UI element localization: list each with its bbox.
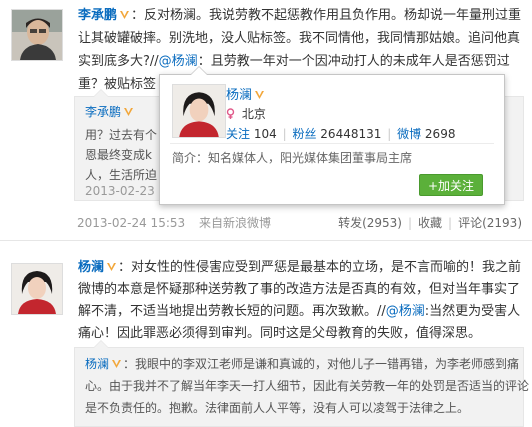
mention-link[interactable]: @杨澜 xyxy=(386,304,425,319)
post-time[interactable]: 2013-02-24 15:53 xyxy=(77,216,185,230)
weibo-count-label[interactable]: 微博 xyxy=(397,127,421,141)
card-name[interactable]: 杨澜 xyxy=(226,88,252,103)
verified-v-icon xyxy=(120,11,130,19)
card-name-row: 杨澜 xyxy=(226,84,266,103)
repost-line-1-text: ：我眼中的李双江老师是谦和真诚的，对他儿子一错再错，为李老师感到痛 xyxy=(123,357,520,371)
repost-arrow xyxy=(93,89,109,97)
verified-v-icon xyxy=(112,360,122,368)
card-stats: 关注 104 | 粉丝 26448131 | 微博 2698 xyxy=(226,125,455,142)
post-meta: 2013-02-24 15:53 来自新浪微博 xyxy=(77,214,271,231)
card-bio: 简介：知名媒体人，阳光媒体集团董事局主席 xyxy=(172,151,413,165)
author-avatar[interactable] xyxy=(11,263,63,315)
repost-text: 用？过去有个 恩最终变成k 人，生活所迫 xyxy=(85,125,157,185)
action-separator: | xyxy=(407,216,413,230)
fans-count-label[interactable]: 粉丝 xyxy=(292,127,316,141)
post-line-1-text: ：对女性的性侵害应受到严惩是最基本的立场，是不言而喻的！我之前 xyxy=(118,260,522,275)
comment-action[interactable]: 评论(2193) xyxy=(458,216,522,230)
repost-author-name[interactable]: 李承鹏 xyxy=(85,105,121,119)
post-line-1: 杨澜 ：对女性的性侵害应受到严惩是最基本的立场，是不言而喻的！我之前 xyxy=(78,257,528,279)
post-line-3: 解不清，不适当地提出劳教长短的问题。再次致歉。//@杨澜:当然更为受害人 xyxy=(78,301,528,323)
card-divider xyxy=(170,143,494,144)
verified-v-icon xyxy=(107,263,117,271)
post-line-4: 痛心！因此罪恶必须得到审判。同时这是父母教育的失败，值得深思。 xyxy=(78,326,482,341)
post-line-1: 李承鹏 ：反对杨澜。我说劳教不起惩教作用且负作用。杨却说一年量刑过重 xyxy=(78,4,528,27)
post-line-2: 让其破罐破摔。别洗地，没人贴标签。我不同情他，我同情那姑娘。追问他真 xyxy=(78,31,521,46)
post-line-3: 实到底多大?//@杨澜：且劳教一年对一个因冲动打人的未成年人是否惩罚过 xyxy=(78,50,528,73)
post-actions: 转发(2953) | 收藏 | 评论(2193) xyxy=(338,214,522,231)
post-line-1-text: ：反对杨澜。我说劳教不起惩教作用且负作用。杨却说一年量刑过重 xyxy=(131,8,522,23)
card-location: 北京 xyxy=(241,107,266,121)
repost-action[interactable]: 转发(2953) xyxy=(338,216,402,230)
verified-v-icon xyxy=(124,108,134,116)
follow-count-label[interactable]: 关注 xyxy=(226,127,250,141)
stat-separator: | xyxy=(282,127,287,141)
repost-line-3: 人，生活所迫 xyxy=(85,168,158,182)
weibo-post-yang-lan: 杨澜 ：对女性的性侵害应受到严惩是最基本的立场，是不言而喻的！我之前 微博的本意是… xyxy=(0,241,532,427)
repost-text: 杨澜 ：我眼中的李双江老师是谦和真诚的，对他儿子一错再错，为李老师感到痛 心。由于… xyxy=(85,353,529,419)
repost-time[interactable]: 2013-02-23 xyxy=(85,184,155,198)
author-name[interactable]: 杨澜 xyxy=(78,260,104,275)
repost-line-2: 恩最终变成k xyxy=(85,148,152,162)
verified-v-icon xyxy=(255,91,265,99)
fans-count[interactable]: 26448131 xyxy=(320,127,381,141)
repost-line-1: 用？过去有个 xyxy=(85,128,158,142)
post-source[interactable]: 来自新浪微博 xyxy=(199,216,271,230)
repost-box: 杨澜 ：我眼中的李双江老师是谦和真诚的，对他儿子一错再错，为李老师感到痛 心。由于… xyxy=(74,340,529,427)
repost-line-1: 杨澜 ：我眼中的李双江老师是谦和真诚的，对他儿子一错再错，为李老师感到痛 xyxy=(85,353,529,375)
post-line-3-text: 解不清，不适当地提出劳教长短的问题。再次致歉。// xyxy=(78,304,386,319)
card-arrow xyxy=(190,66,208,75)
repost-line-3: 是不负责任的。抱歉。法律面前人人平等，没有人可以凌驾于法律之上。 xyxy=(85,401,470,415)
author-avatar[interactable] xyxy=(11,9,63,61)
repost-arrow xyxy=(93,340,109,348)
add-follow-button[interactable]: +加关注 xyxy=(419,174,483,196)
profile-hover-card: 杨澜 北京 关注 104 | 粉丝 26448131 | 微博 2698 简介：… xyxy=(159,66,505,205)
post-line-3-text: 实到底多大? xyxy=(78,54,150,69)
follow-count[interactable]: 104 xyxy=(254,127,277,141)
post-line-3-rest: ：且劳教一年对一个因冲动打人的未成年人是否惩罚过 xyxy=(197,54,510,69)
repost-author-row: 李承鹏 xyxy=(85,103,135,120)
female-gender-icon xyxy=(226,108,235,119)
card-location-row: 北京 xyxy=(226,105,266,122)
action-separator: | xyxy=(448,216,453,230)
card-avatar[interactable] xyxy=(172,84,226,138)
repost-author-name[interactable]: 杨澜 xyxy=(85,357,109,371)
repost-line-2: 心。由于我并不了解当年李天一打人细节，因此有关劳教一年的处罚是否适当的评论 xyxy=(85,379,530,393)
favorite-action[interactable]: 收藏 xyxy=(418,216,442,230)
stat-separator: | xyxy=(387,127,392,141)
post-text: 杨澜 ：对女性的性侵害应受到严惩是最基本的立场，是不言而喻的！我之前 微博的本意是… xyxy=(78,257,528,345)
post-line-3-tail: :当然更为受害人 xyxy=(424,304,521,319)
author-name[interactable]: 李承鹏 xyxy=(78,8,117,23)
weibo-count[interactable]: 2698 xyxy=(425,127,456,141)
repost-separator: // xyxy=(149,54,159,69)
post-line-2: 微博的本意是怀疑那种送劳教了事的改造方法是否真的有效，但对当年事实了 xyxy=(78,282,521,297)
